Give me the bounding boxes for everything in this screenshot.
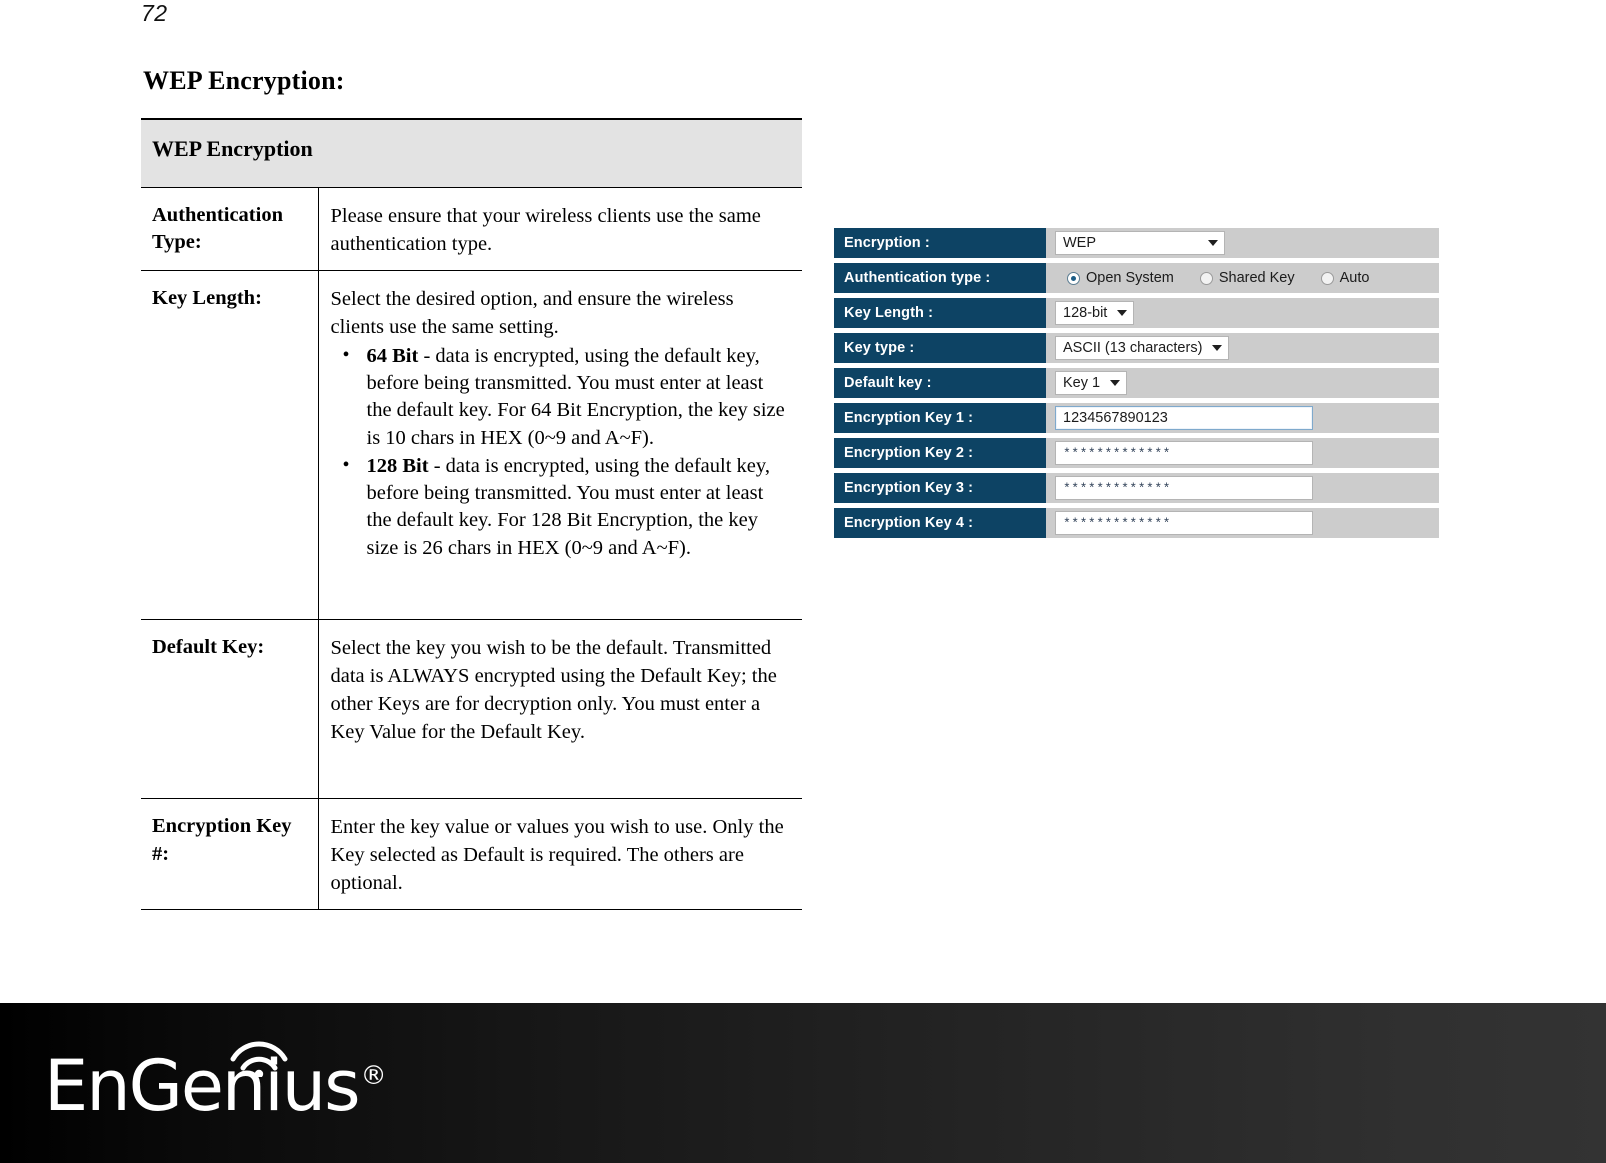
page-footer: EnGenius ® — [0, 1003, 1606, 1163]
config-value-authentication-type: Open System Shared Key Auto — [1046, 263, 1439, 293]
table-row: Authentication Type: Please ensure that … — [141, 187, 802, 271]
chevron-down-icon — [1110, 380, 1121, 386]
table-row: Default Key: Select the key you wish to … — [141, 619, 802, 800]
document-page: 72 WEP Encryption: WEP Encryption Authen… — [0, 0, 1606, 1163]
encryption-select-value: WEP — [1063, 235, 1097, 251]
config-value-key-type: ASCII (13 characters) — [1046, 333, 1439, 363]
config-label-encryption-key-4: Encryption Key 4 : — [834, 508, 1046, 538]
bullet-text: - data is encrypted, using the default k… — [366, 344, 785, 449]
radio-open-system-label: Open System — [1086, 270, 1174, 286]
radio-button-icon — [1320, 271, 1334, 285]
encryption-key-3-input[interactable]: ************* — [1055, 476, 1313, 500]
config-label-encryption: Encryption : — [834, 228, 1046, 258]
key-type-select[interactable]: ASCII (13 characters) — [1055, 336, 1230, 360]
radio-button-icon — [1199, 271, 1213, 285]
config-row-authentication-type: Authentication type : Open System Shared… — [834, 263, 1439, 293]
radio-shared-key[interactable]: Shared Key — [1199, 270, 1295, 286]
config-label-key-length: Key Length : — [834, 298, 1046, 328]
list-item: 128 Bit - data is encrypted, using the d… — [343, 452, 791, 562]
description-paragraph: Select the key you wish to be the defaul… — [330, 636, 777, 744]
default-key-select[interactable]: Key 1 — [1055, 371, 1128, 395]
config-value-key-length: 128-bit — [1046, 298, 1439, 328]
row-label-authentication-type: Authentication Type: — [141, 187, 319, 271]
table-body: WEP Encryption Authentication Type: Plea… — [141, 118, 802, 911]
chevron-down-icon — [1212, 345, 1223, 351]
default-key-select-value: Key 1 — [1063, 375, 1101, 391]
table-row: Key Length: Select the desired option, a… — [141, 270, 802, 620]
radio-open-system[interactable]: Open System — [1067, 270, 1174, 286]
key-length-select-value: 128-bit — [1063, 305, 1108, 321]
encryption-key-2-input[interactable]: ************* — [1055, 441, 1313, 465]
encryption-key-4-input[interactable]: ************* — [1055, 511, 1313, 535]
radio-auto[interactable]: Auto — [1320, 270, 1370, 286]
config-value-encryption-key-1: 1234567890123 — [1046, 403, 1439, 433]
config-value-encryption-key-2: ************* — [1046, 438, 1439, 468]
config-value-encryption: WEP — [1046, 228, 1439, 258]
radio-shared-key-label: Shared Key — [1218, 270, 1295, 286]
config-row-encryption-key-2: Encryption Key 2 : ************* — [834, 438, 1439, 468]
config-value-encryption-key-4: ************* — [1046, 508, 1439, 538]
config-value-default-key: Key 1 — [1046, 368, 1439, 398]
bullet-term: 128 Bit — [366, 454, 429, 477]
wep-encryption-table: WEP Encryption Authentication Type: Plea… — [141, 118, 802, 911]
description-paragraph: Select the desired option, and ensure th… — [330, 287, 734, 338]
table-header-cell: WEP Encryption — [141, 118, 802, 188]
wep-config-panel: Encryption : WEP Authentication type : O… — [834, 228, 1439, 543]
row-description-encryption-key: Enter the key value or values you wish t… — [318, 798, 802, 911]
chevron-down-icon — [1208, 240, 1218, 246]
logo-wordmark: EnGenius — [44, 1044, 361, 1127]
registered-trademark-symbol: ® — [360, 1061, 387, 1091]
config-label-authentication-type: Authentication type : — [834, 263, 1046, 293]
page-title: WEP Encryption: — [143, 66, 345, 95]
radio-auto-label: Auto — [1339, 270, 1370, 286]
engenius-logo: EnGenius ® — [44, 1041, 387, 1127]
config-label-key-type: Key type : — [834, 333, 1046, 363]
key-length-bullet-list: 64 Bit - data is encrypted, using the de… — [331, 342, 791, 562]
bullet-term: 64 Bit — [366, 344, 419, 367]
row-description-key-length: Select the desired option, and ensure th… — [318, 270, 802, 620]
description-paragraph: Please ensure that your wireless clients… — [330, 204, 761, 255]
config-label-encryption-key-2: Encryption Key 2 : — [834, 438, 1046, 468]
config-row-key-length: Key Length : 128-bit — [834, 298, 1439, 328]
config-row-encryption: Encryption : WEP — [834, 228, 1439, 258]
config-row-encryption-key-4: Encryption Key 4 : ************* — [834, 508, 1439, 538]
config-label-encryption-key-1: Encryption Key 1 : — [834, 403, 1046, 433]
config-row-default-key: Default key : Key 1 — [834, 368, 1439, 398]
row-description-default-key: Select the key you wish to be the defaul… — [318, 619, 802, 800]
encryption-select[interactable]: WEP — [1055, 231, 1225, 255]
config-row-encryption-key-1: Encryption Key 1 : 1234567890123 — [834, 403, 1439, 433]
encryption-key-1-input[interactable]: 1234567890123 — [1055, 406, 1313, 430]
wifi-arcs-icon — [230, 1041, 288, 1077]
config-row-key-type: Key type : ASCII (13 characters) — [834, 333, 1439, 363]
chevron-down-icon — [1117, 310, 1128, 316]
authentication-type-radio-group: Open System Shared Key Auto — [1055, 270, 1395, 286]
row-label-default-key: Default Key: — [141, 619, 319, 800]
key-length-select[interactable]: 128-bit — [1055, 301, 1135, 325]
row-label-key-length: Key Length: — [141, 270, 319, 620]
config-label-encryption-key-3: Encryption Key 3 : — [834, 473, 1046, 503]
page-number: 72 — [141, 0, 168, 26]
list-item: 64 Bit - data is encrypted, using the de… — [343, 342, 791, 452]
config-value-encryption-key-3: ************* — [1046, 473, 1439, 503]
description-paragraph: Enter the key value or values you wish t… — [330, 816, 784, 895]
config-row-encryption-key-3: Encryption Key 3 : ************* — [834, 473, 1439, 503]
table-row: Encryption Key #: Enter the key value or… — [141, 798, 802, 911]
key-type-select-value: ASCII (13 characters) — [1063, 340, 1203, 356]
config-label-default-key: Default key : — [834, 368, 1046, 398]
row-label-encryption-key: Encryption Key #: — [141, 798, 319, 911]
table-header-row: WEP Encryption — [141, 118, 802, 188]
row-description-authentication-type: Please ensure that your wireless clients… — [318, 187, 802, 271]
radio-button-icon — [1067, 271, 1080, 285]
